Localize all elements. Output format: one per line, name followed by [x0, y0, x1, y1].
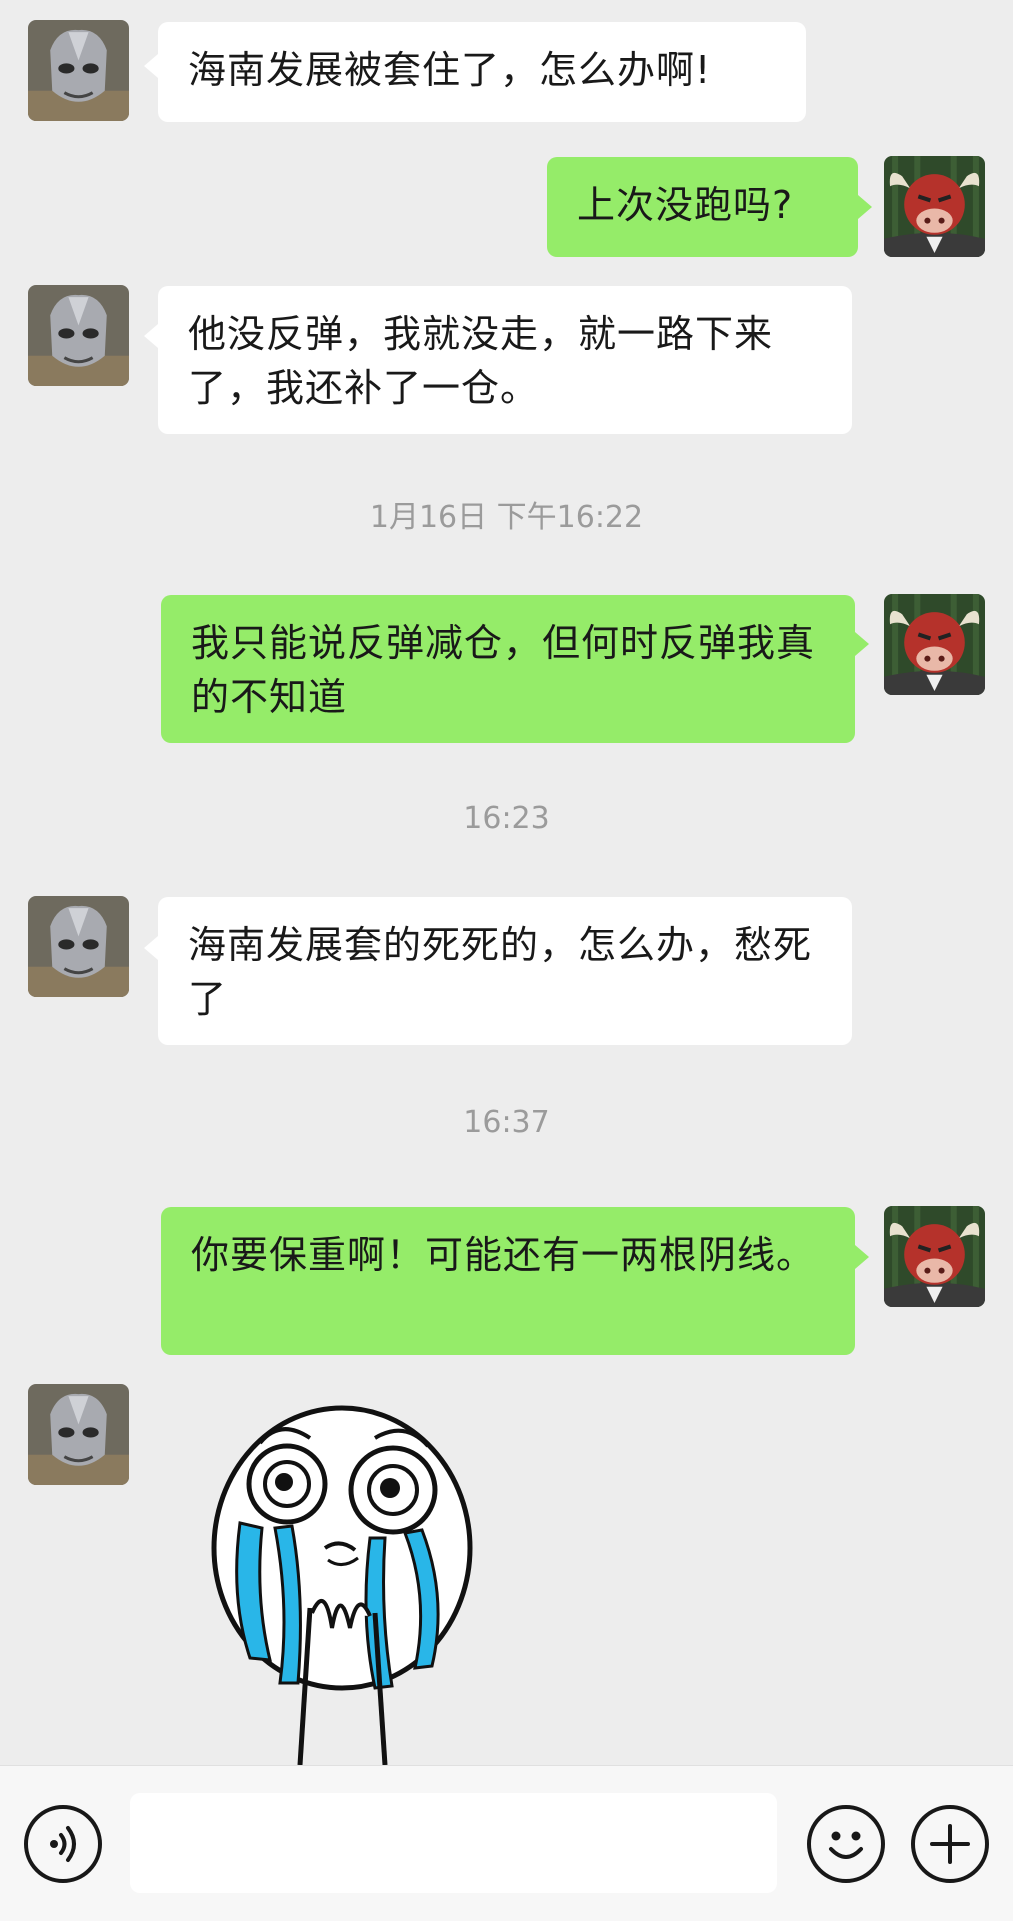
bubble-tail	[855, 1245, 869, 1269]
message-text: 我只能说反弹减仓，但何时反弹我真的不知道	[191, 621, 816, 719]
chat-input-bar	[0, 1765, 1013, 1921]
message-bubble-incoming[interactable]: 他没反弹，我就没走，就一路下来了，我还补了一仓。	[158, 286, 852, 434]
contact-avatar[interactable]	[28, 20, 129, 121]
message-bubble-outgoing[interactable]: 我只能说反弹减仓，但何时反弹我真的不知道	[161, 595, 855, 743]
bubble-tail	[144, 324, 158, 348]
message-bubble-incoming[interactable]: 海南发展套的死死的，怎么办，愁死了	[158, 897, 852, 1045]
contact-avatar[interactable]	[28, 1384, 129, 1485]
message-text: 海南发展被套住了，怎么办啊!	[188, 48, 712, 92]
voice-button[interactable]	[24, 1805, 102, 1883]
chat-area[interactable]: 海南发展被套住了，怎么办啊! 上次没跑吗? 他没反弹，我就没走，就一路下来了，我…	[0, 0, 1013, 1765]
emoji-icon	[829, 1831, 863, 1859]
timestamp: 16:23	[463, 801, 550, 836]
more-button[interactable]	[911, 1805, 989, 1883]
message-bubble-outgoing[interactable]: 上次没跑吗?	[547, 157, 858, 257]
message-text: 海南发展套的死死的，怎么办，愁死了	[188, 923, 813, 1021]
my-avatar[interactable]	[884, 594, 985, 695]
plus-icon	[930, 1824, 970, 1864]
emoji-button[interactable]	[807, 1805, 885, 1883]
message-bubble-outgoing[interactable]: 你要保重啊！可能还有一两根阴线。	[161, 1207, 855, 1355]
bubble-tail	[855, 632, 869, 656]
message-text: 他没反弹，我就没走，就一路下来了，我还补了一仓。	[188, 312, 774, 410]
contact-avatar[interactable]	[28, 896, 129, 997]
message-bubble-incoming[interactable]: 海南发展被套住了，怎么办啊!	[158, 22, 806, 122]
bubble-tail	[144, 54, 158, 78]
message-input[interactable]	[130, 1793, 777, 1893]
my-avatar[interactable]	[884, 1206, 985, 1307]
bubble-tail	[858, 195, 872, 219]
crying-face-sticker[interactable]	[200, 1398, 490, 1765]
bubble-tail	[144, 936, 158, 960]
timestamp: 16:37	[463, 1105, 550, 1140]
voice-icon	[50, 1826, 76, 1862]
message-text: 你要保重啊！可能还有一两根阴线。	[191, 1233, 816, 1277]
timestamp: 1月16日 下午16:22	[369, 500, 644, 535]
my-avatar[interactable]	[884, 156, 985, 257]
message-text: 上次没跑吗?	[577, 183, 794, 227]
contact-avatar[interactable]	[28, 285, 129, 386]
